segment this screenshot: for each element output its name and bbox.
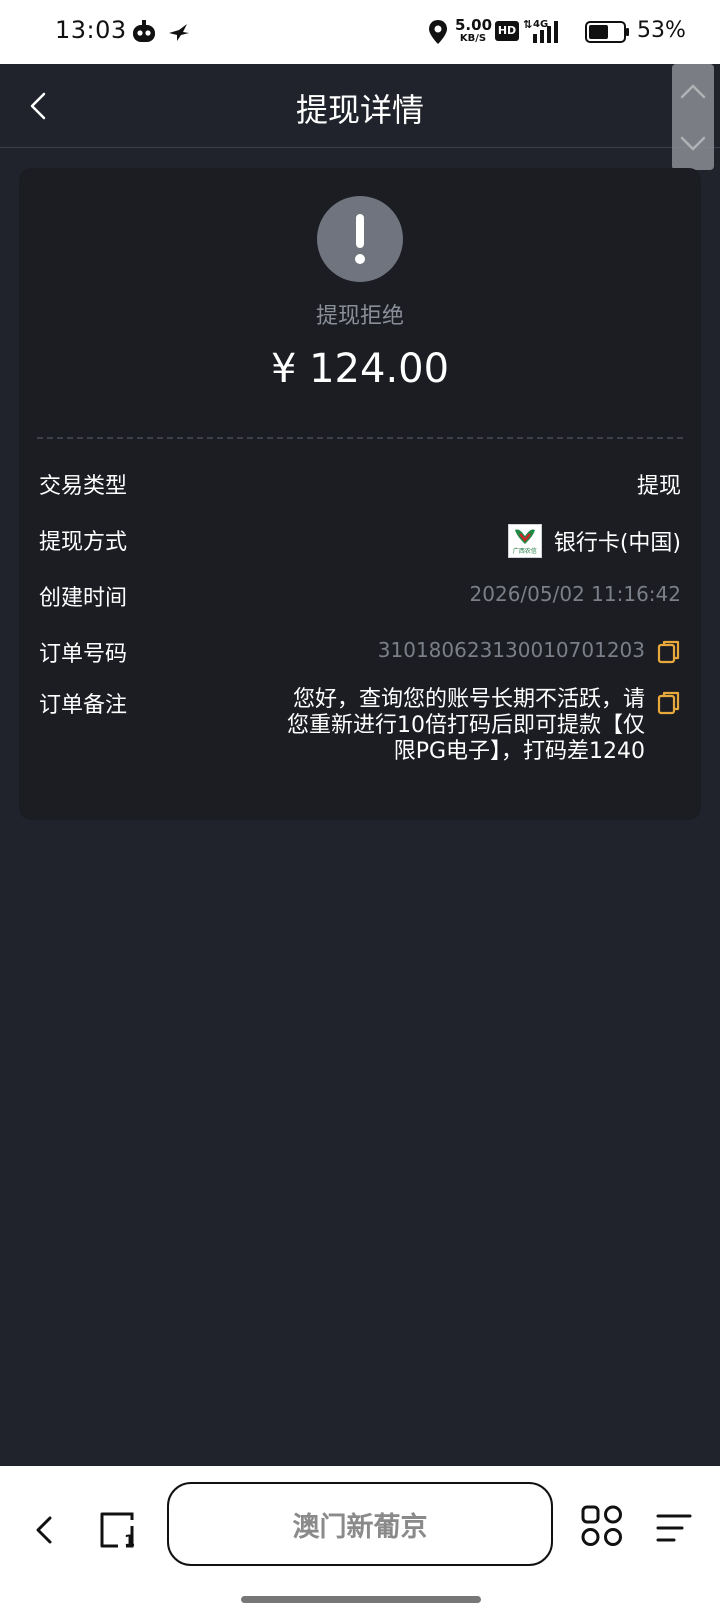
created-value: 2026/05/02 11:16:42 xyxy=(469,582,681,606)
net-speed: 5.00 KB/S xyxy=(455,16,493,44)
detail-row-order: 订单号码 3101806231300107012​03 xyxy=(39,636,681,670)
type-label: 交易类型 xyxy=(39,474,128,499)
order-label: 订单号码 xyxy=(39,642,128,667)
dashed-divider xyxy=(37,437,683,439)
scroll-down-button[interactable] xyxy=(672,117,714,170)
exclamation-icon xyxy=(317,196,403,282)
status-text: 提现拒绝 xyxy=(315,304,404,329)
bird-icon xyxy=(169,24,189,41)
withdrawal-amount: ¥ 124.00 xyxy=(270,346,450,392)
copy-icon[interactable] xyxy=(657,639,681,665)
chevron-up-icon xyxy=(680,83,706,98)
method-label: 提现方式 xyxy=(39,530,128,555)
remark-label: 订单备注 xyxy=(39,693,128,718)
network-type: 4G xyxy=(533,19,548,30)
address-bar[interactable]: 澳门新葡京 xyxy=(167,1482,553,1566)
battery-percent: 53% xyxy=(637,18,686,43)
tabs-icon[interactable]: 1 xyxy=(96,1508,138,1552)
svg-text:⇅: ⇅ xyxy=(523,18,532,31)
detail-row-created: 创建时间 2026/05/02 11:16:42 xyxy=(39,580,681,614)
status-bar: 13:03 5.00 KB/S HD ⇅ 4G 53% xyxy=(0,0,720,64)
created-label: 创建时间 xyxy=(39,586,128,611)
battery-icon xyxy=(585,21,629,43)
chevron-down-icon xyxy=(680,136,706,151)
hd-badge: HD xyxy=(495,21,519,41)
apps-grid-icon[interactable] xyxy=(580,1504,624,1548)
bank-logo-icon: 广西农信 xyxy=(507,524,542,558)
scroll-control[interactable] xyxy=(672,64,714,170)
copy-icon[interactable] xyxy=(657,690,681,716)
location-icon xyxy=(429,20,447,44)
page-title: 提现详情 xyxy=(295,91,424,129)
order-value: 3101806231300107012​03 xyxy=(377,638,645,662)
svg-text:1: 1 xyxy=(124,1531,135,1550)
menu-icon[interactable] xyxy=(654,1508,694,1548)
withdrawal-detail-card: 提现拒绝 ¥ 124.00 交易类型 提现 提现方式 广西农信 银行卡(中国) … xyxy=(19,168,701,820)
type-value: 提现 xyxy=(636,474,681,499)
method-value: 银行卡(中国) xyxy=(553,531,681,556)
remark-value: 您好，查询您的账号长期不活跃，请您重新进行10倍打码后即可提款【仅限PG电子】，… xyxy=(287,687,645,764)
home-indicator[interactable] xyxy=(241,1596,481,1603)
robot-icon xyxy=(133,20,155,42)
signal-icon: ⇅ 4G xyxy=(523,18,558,43)
browser-toolbar: 1 澳门新葡京 xyxy=(0,1466,720,1612)
page-header: 提现详情 xyxy=(0,64,720,148)
status-time: 13:03 xyxy=(55,16,127,44)
scroll-up-button[interactable] xyxy=(672,64,714,117)
detail-row-remark: 订单备注 您好，查询您的账号长期不活跃，请您重新进行10倍打码后即可提款【仅限P… xyxy=(39,687,681,797)
detail-row-method: 提现方式 广西农信 银行卡(中国) xyxy=(39,524,681,558)
back-arrow-icon[interactable] xyxy=(28,1510,62,1550)
detail-row-type: 交易类型 提现 xyxy=(39,468,681,502)
